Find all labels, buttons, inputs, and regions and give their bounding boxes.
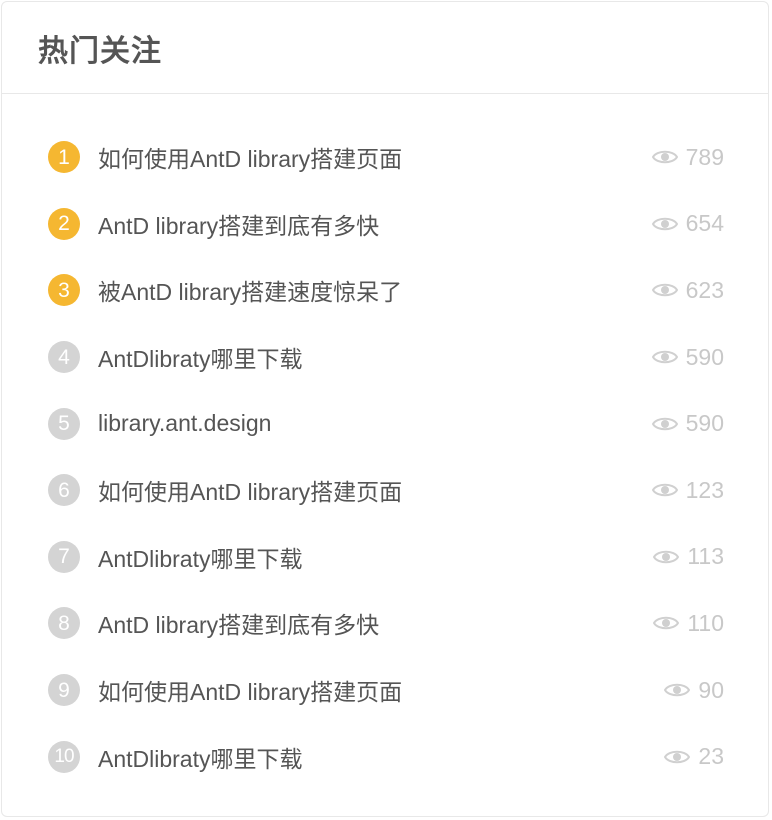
- list-item[interactable]: 9 如何使用AntD library搭建页面 90: [2, 657, 768, 724]
- topic-title-link[interactable]: library.ant.design: [98, 410, 271, 437]
- rank-badge: 5: [48, 407, 80, 440]
- view-count: 90: [664, 677, 724, 704]
- view-count-value: 90: [698, 676, 724, 703]
- view-count: 789: [651, 143, 724, 171]
- view-count: 654: [651, 210, 724, 237]
- view-count: 113: [653, 543, 724, 570]
- list-item[interactable]: 8 AntD library搭建到底有多快 110: [2, 590, 768, 657]
- view-count-value: 789: [685, 143, 724, 170]
- eye-icon: [651, 484, 678, 497]
- topic-title-link[interactable]: 如何使用AntD library搭建页面: [98, 473, 402, 507]
- topic-title-link[interactable]: AntDlibraty哪里下载: [98, 740, 302, 774]
- list-item[interactable]: 7 AntDlibraty哪里下载 113: [2, 524, 768, 591]
- topic-title-link[interactable]: 如何使用AntD library搭建页面: [98, 673, 402, 707]
- hot-topics-list: 1 如何使用AntD library搭建页面 789 2 AntD librar…: [2, 124, 768, 790]
- list-item[interactable]: 1 如何使用AntD library搭建页面 789: [2, 124, 768, 191]
- rank-badge: 3: [48, 274, 80, 307]
- rank-badge: 7: [48, 540, 80, 573]
- list-item[interactable]: 10 AntDlibraty哪里下载 23: [2, 723, 768, 790]
- eye-icon: [653, 550, 680, 564]
- view-count-value: 590: [685, 410, 724, 437]
- card-title: 热门关注: [38, 34, 162, 68]
- topic-title-link[interactable]: 被AntD library搭建速度惊呆了: [98, 273, 402, 307]
- rank-badge: 6: [48, 474, 80, 507]
- view-count: 623: [651, 276, 724, 304]
- eye-icon: [651, 151, 678, 164]
- card-header: 热门关注: [2, 2, 768, 94]
- topic-title-link[interactable]: AntD library搭建到底有多快: [98, 207, 379, 241]
- rank-badge: 4: [48, 341, 80, 374]
- eye-icon: [664, 683, 691, 697]
- list-item[interactable]: 4 AntDlibraty哪里下载 590: [2, 324, 768, 391]
- list-item[interactable]: 3 被AntD library搭建速度惊呆了 623: [2, 257, 768, 324]
- view-count: 110: [653, 610, 724, 637]
- eye-icon: [651, 417, 678, 430]
- eye-icon: [651, 350, 678, 364]
- view-count-value: 123: [685, 476, 724, 503]
- view-count-value: 113: [687, 543, 724, 570]
- eye-icon: [651, 284, 678, 297]
- view-count-value: 654: [685, 210, 724, 237]
- rank-badge: 9: [48, 674, 80, 707]
- view-count-value: 623: [685, 276, 724, 303]
- rank-badge: 8: [48, 607, 80, 640]
- topic-title-link[interactable]: AntD library搭建到底有多快: [98, 606, 379, 640]
- eye-icon: [653, 617, 680, 630]
- rank-badge: 2: [48, 207, 80, 240]
- view-count: 590: [651, 410, 724, 437]
- topic-title-link[interactable]: 如何使用AntD library搭建页面: [98, 140, 402, 174]
- list-item[interactable]: 2 AntD library搭建到底有多快 654: [2, 191, 768, 258]
- rank-badge: 1: [48, 141, 80, 174]
- view-count: 23: [664, 743, 724, 770]
- view-count-value: 590: [685, 343, 724, 370]
- view-count: 590: [651, 343, 724, 371]
- list-item[interactable]: 6 如何使用AntD library搭建页面 123: [2, 457, 768, 524]
- topic-title-link[interactable]: AntDlibraty哪里下载: [98, 540, 302, 574]
- topic-title-link[interactable]: AntDlibraty哪里下载: [98, 340, 302, 374]
- hot-topics-card: 热门关注 1 如何使用AntD library搭建页面 789 2 AntD l…: [1, 1, 769, 817]
- list-item[interactable]: 5 library.ant.design 590: [2, 390, 768, 457]
- eye-icon: [664, 750, 691, 763]
- view-count-value: 23: [698, 743, 724, 770]
- eye-icon: [651, 217, 678, 231]
- view-count-value: 110: [687, 609, 724, 636]
- rank-badge: 10: [48, 740, 80, 773]
- view-count: 123: [651, 476, 724, 504]
